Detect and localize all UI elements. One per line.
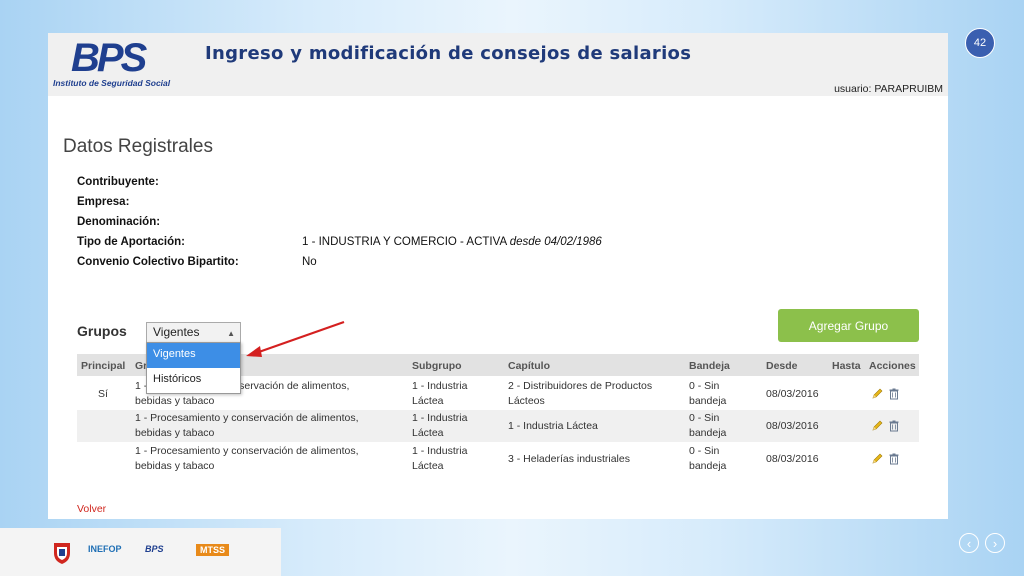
cell-grupo-line1: 1 - Procesamiento y conservación de alim… bbox=[135, 445, 359, 457]
col-bandeja[interactable]: Bandeja bbox=[689, 360, 730, 372]
grupos-dropdown: Vigentes Históricos bbox=[146, 342, 241, 394]
select-value: Vigentes bbox=[153, 325, 200, 339]
trash-icon[interactable] bbox=[888, 388, 900, 400]
cell-grupo-line2: bebidas y tabaco bbox=[135, 395, 215, 407]
cell-bandeja: 0 - Sin bandeja bbox=[689, 411, 726, 441]
logo-subtitle: Instituto de Seguridad Social bbox=[53, 78, 171, 88]
slide-number: 42 bbox=[965, 28, 995, 58]
cell-subgrupo-line1: 1 - Industria bbox=[412, 380, 468, 392]
cell-grupo: 1 - Procesamiento y conservación de alim… bbox=[135, 444, 359, 474]
dropdown-option-vigentes[interactable]: Vigentes bbox=[147, 343, 240, 368]
bps-footer-logo: BPS bbox=[145, 544, 164, 554]
cell-subgrupo-line1: 1 - Industria bbox=[412, 412, 468, 424]
table-row: 1 - Procesamiento y conservación de alim… bbox=[77, 443, 919, 475]
table-row: 1 - Procesamiento y conservación de alim… bbox=[77, 410, 919, 442]
cell-subgrupo: 1 - Industria Láctea bbox=[412, 444, 467, 474]
cell-desde: 08/03/2016 bbox=[766, 420, 819, 432]
cell-subgrupo-line1: 1 - Industria bbox=[412, 445, 468, 457]
field-label: Contribuyente: bbox=[77, 176, 159, 188]
row-actions bbox=[871, 453, 900, 465]
cell-subgrupo-line2: Láctea bbox=[412, 395, 444, 407]
grupos-select[interactable]: Vigentes ▲ bbox=[146, 322, 241, 343]
cell-bandeja-line2: bandeja bbox=[689, 427, 727, 439]
field-label: Denominación: bbox=[77, 216, 161, 228]
pencil-icon[interactable] bbox=[871, 453, 883, 465]
cell-capitulo-line2: Lácteos bbox=[508, 395, 545, 407]
grupos-label: Grupos bbox=[77, 323, 127, 339]
row-actions bbox=[871, 420, 900, 432]
section-title: Datos Registrales bbox=[63, 136, 213, 157]
trash-icon[interactable] bbox=[888, 453, 900, 465]
row-actions bbox=[871, 388, 900, 400]
app-screen: BPS Instituto de Seguridad Social Ingres… bbox=[48, 33, 948, 519]
field-value-date: desde 04/02/1986 bbox=[509, 236, 602, 248]
field-label: Convenio Colectivo Bipartito: bbox=[77, 256, 239, 268]
cell-bandeja-line1: 0 - Sin bbox=[689, 445, 720, 457]
field-label: Empresa: bbox=[77, 196, 130, 208]
cell-bandeja-line2: bandeja bbox=[689, 460, 727, 472]
cell-grupo: 1 - Procesamiento y conservación de alim… bbox=[135, 411, 359, 441]
pencil-icon[interactable] bbox=[871, 388, 883, 400]
cell-grupo-line2: bebidas y tabaco bbox=[135, 427, 215, 439]
cell-capitulo: 3 - Heladerías industriales bbox=[508, 453, 630, 465]
field-value: No bbox=[302, 256, 317, 268]
chevron-left-icon[interactable]: ‹ bbox=[959, 533, 979, 553]
cell-subgrupo-line2: Láctea bbox=[412, 427, 444, 439]
col-desde[interactable]: Desde bbox=[766, 360, 798, 372]
caret-up-icon: ▲ bbox=[227, 329, 235, 338]
cell-bandeja-line2: bandeja bbox=[689, 395, 727, 407]
field-value-main: 1 - INDUSTRIA Y COMERCIO - ACTIVA bbox=[302, 236, 510, 248]
col-acciones: Acciones bbox=[869, 360, 916, 372]
cell-bandeja-line1: 0 - Sin bbox=[689, 380, 720, 392]
cell-desde: 08/03/2016 bbox=[766, 453, 819, 465]
pencil-icon[interactable] bbox=[871, 420, 883, 432]
col-principal[interactable]: Principal bbox=[81, 360, 125, 372]
add-group-button[interactable]: Agregar Grupo bbox=[778, 309, 919, 342]
mtss-logo: MTSS bbox=[196, 544, 230, 556]
shield-logo-icon bbox=[54, 543, 70, 564]
page-title: Ingreso y modificación de consejos de sa… bbox=[205, 43, 692, 64]
cell-subgrupo-line2: Láctea bbox=[412, 460, 444, 472]
field-value: 1 - INDUSTRIA Y COMERCIO - ACTIVA desde … bbox=[302, 236, 602, 248]
cell-principal: Sí bbox=[98, 388, 108, 400]
user-label: usuario: PARAPRUIBM bbox=[834, 83, 943, 95]
cell-grupo-line1: 1 - Procesamiento y conservación de alim… bbox=[135, 412, 359, 424]
cell-subgrupo: 1 - Industria Láctea bbox=[412, 411, 467, 441]
chevron-right-icon[interactable]: › bbox=[985, 533, 1005, 553]
app-header: BPS Instituto de Seguridad Social Ingres… bbox=[48, 33, 948, 96]
col-subgrupo[interactable]: Subgrupo bbox=[412, 360, 462, 372]
dropdown-option-historicos[interactable]: Históricos bbox=[147, 368, 240, 393]
cell-desde: 08/03/2016 bbox=[766, 388, 819, 400]
cell-bandeja: 0 - Sin bandeja bbox=[689, 444, 726, 474]
col-capitulo[interactable]: Capítulo bbox=[508, 360, 550, 372]
cell-grupo-line2: bebidas y tabaco bbox=[135, 460, 215, 472]
back-link[interactable]: Volver bbox=[77, 503, 106, 515]
field-label: Tipo de Aportación: bbox=[77, 236, 185, 248]
annotation-arrow bbox=[246, 320, 345, 357]
footer-logos: INEFOP BPS MTSS bbox=[0, 528, 281, 576]
cell-bandeja: 0 - Sin bandeja bbox=[689, 379, 726, 409]
cell-capitulo: 2 - Distribuidores de Productos Lácteos bbox=[508, 379, 652, 409]
logo-text: BPS bbox=[71, 36, 147, 80]
cell-subgrupo: 1 - Industria Láctea bbox=[412, 379, 467, 409]
cell-capitulo: 1 - Industria Láctea bbox=[508, 420, 598, 432]
bps-logo: BPS Instituto de Seguridad Social bbox=[53, 36, 193, 92]
col-hasta[interactable]: Hasta bbox=[832, 360, 861, 372]
inefop-logo: INEFOP bbox=[88, 544, 122, 554]
cell-capitulo-line1: 2 - Distribuidores de Productos bbox=[508, 380, 653, 392]
cell-bandeja-line1: 0 - Sin bbox=[689, 412, 720, 424]
trash-icon[interactable] bbox=[888, 420, 900, 432]
